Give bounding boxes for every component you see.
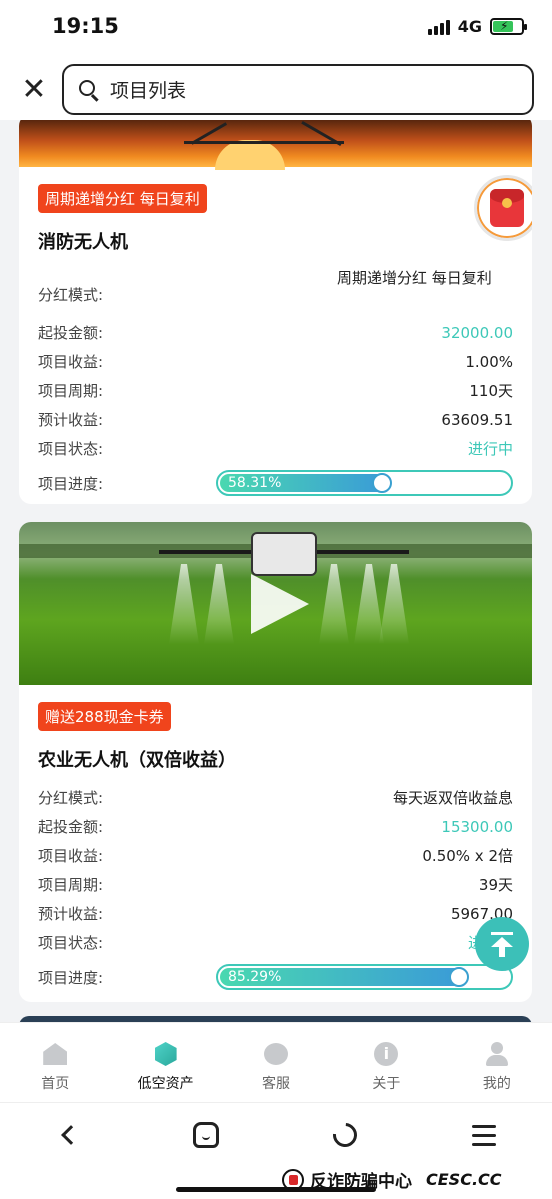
row-label: 项目进度: xyxy=(38,968,104,987)
row-label: 项目周期: xyxy=(38,876,104,894)
row-label: 起投金额: xyxy=(38,324,104,342)
status-time: 19:15 xyxy=(52,14,119,38)
project-banner-image xyxy=(19,120,532,170)
status-indicators: 4G ⚡ xyxy=(427,17,527,36)
scroll-to-top-button[interactable] xyxy=(475,917,529,971)
home-button[interactable] xyxy=(188,1117,224,1153)
progress-row: 项目进度: 85.29% xyxy=(38,961,513,993)
row-label: 起投金额: xyxy=(38,818,104,836)
status-value: 进行中 xyxy=(467,440,513,458)
progress-text: 85.29% xyxy=(228,969,282,985)
watermark-en: CESC.CC xyxy=(426,1170,502,1189)
project-video-thumbnail[interactable] xyxy=(19,522,532,685)
tab-about[interactable]: i 关于 xyxy=(331,1023,441,1102)
search-icon xyxy=(78,79,100,101)
row-label: 项目收益: xyxy=(38,847,104,865)
tab-label: 低空资产 xyxy=(137,1076,194,1092)
user-icon xyxy=(484,1041,510,1067)
home-icon xyxy=(42,1041,68,1067)
row-value: 0.50% x 2倍 xyxy=(422,847,513,865)
menu-button[interactable] xyxy=(466,1117,502,1153)
row-value: 每天返双倍收益息 xyxy=(392,789,513,807)
project-tag: 周期递增分红 每日复利 xyxy=(38,184,207,213)
status-bar: 19:15 4G ⚡ xyxy=(0,0,552,58)
tab-label: 关于 xyxy=(372,1076,401,1092)
row-value: 39天 xyxy=(478,876,513,894)
row-label: 预计收益: xyxy=(38,905,104,923)
detail-row: 起投金额: 15300.00 xyxy=(38,813,513,842)
tab-customer-service[interactable]: 客服 xyxy=(221,1023,331,1102)
tab-mine[interactable]: 我的 xyxy=(442,1023,552,1102)
tab-label: 我的 xyxy=(482,1076,511,1092)
row-label: 项目进度: xyxy=(38,474,104,493)
headset-icon xyxy=(263,1041,289,1067)
row-label: 预计收益: xyxy=(38,411,104,429)
back-button[interactable] xyxy=(50,1117,86,1153)
row-value: 周期递增分红 每日复利 xyxy=(337,269,492,287)
home-indicator xyxy=(176,1187,376,1192)
row-value: 110天 xyxy=(469,382,513,400)
detail-row: 项目收益: 1.00% xyxy=(38,348,513,377)
network-label: 4G xyxy=(457,17,482,36)
detail-row: 项目状态: 进 xyxy=(38,929,513,958)
row-label: 项目周期: xyxy=(38,382,104,400)
progress-fill: 85.29% xyxy=(220,967,470,987)
progress-knob xyxy=(449,967,470,987)
cube-icon xyxy=(153,1041,179,1067)
row-value: 1.00% xyxy=(465,353,513,371)
project-title: 消防无人机 xyxy=(38,232,128,253)
signal-icon xyxy=(427,19,450,35)
row-value: 15300.00 xyxy=(441,818,513,836)
row-label: 分红模式: xyxy=(38,286,104,304)
menu-icon xyxy=(472,1124,496,1146)
tab-label: 首页 xyxy=(41,1076,70,1092)
header: ✕ 项目列表 xyxy=(0,58,552,120)
progress-text: 58.31% xyxy=(228,475,282,491)
chevron-left-icon xyxy=(61,1125,81,1145)
reload-icon xyxy=(328,1118,362,1152)
row-label: 项目状态: xyxy=(38,440,104,458)
reload-button[interactable] xyxy=(327,1117,363,1153)
progress-row: 项目进度: 58.31% xyxy=(38,467,513,499)
close-icon[interactable]: ✕ xyxy=(20,75,48,105)
info-icon: i xyxy=(373,1041,399,1067)
row-value: 63609.51 xyxy=(441,411,513,429)
detail-row: 项目周期: 39天 xyxy=(38,871,513,900)
progress-bar: 58.31% xyxy=(216,470,513,496)
browser-toolbar: 反诈防骗中心 CESC.CC xyxy=(0,1102,552,1199)
tab-label: 客服 xyxy=(262,1076,291,1092)
project-tag: 赠送288现金卡券 xyxy=(38,702,171,731)
progress-bar: 85.29% xyxy=(216,964,513,990)
search-text: 项目列表 xyxy=(110,80,187,102)
project-card[interactable]: 赠送288现金卡券 农业无人机（双倍收益） 分红模式: 每天返双倍收益息 起投金… xyxy=(19,522,532,1002)
red-packet-icon[interactable] xyxy=(474,175,532,241)
tab-low-altitude-assets[interactable]: 低空资产 xyxy=(110,1023,220,1102)
detail-row: 项目状态: 进行中 xyxy=(38,435,513,464)
row-label: 项目状态: xyxy=(38,934,104,952)
row-label: 项目收益: xyxy=(38,353,104,371)
search-input[interactable]: 项目列表 xyxy=(62,64,534,115)
project-card[interactable]: 周期递增分红 每日复利 消防无人机 分红模式: 周期递增分红 每日复利 起投金额… xyxy=(19,120,532,504)
detail-row: 项目周期: 110天 xyxy=(38,377,513,406)
progress-knob xyxy=(371,473,392,493)
detail-row: 起投金额: 32000.00 xyxy=(38,319,513,348)
browser-home-icon xyxy=(193,1122,219,1148)
row-label: 分红模式: xyxy=(38,789,104,807)
tab-home[interactable]: 首页 xyxy=(0,1023,110,1102)
detail-row: 预计收益: 63609.51 xyxy=(38,406,513,435)
project-title: 农业无人机（双倍收益） xyxy=(38,750,236,771)
detail-row: 分红模式: 每天返双倍收益息 xyxy=(38,784,513,813)
project-list[interactable]: 周期递增分红 每日复利 消防无人机 分红模式: 周期递增分红 每日复利 起投金额… xyxy=(0,120,552,1022)
bottom-tab-bar: 首页 低空资产 客服 i 关于 我的 xyxy=(0,1022,552,1102)
detail-row: 项目收益: 0.50% x 2倍 xyxy=(38,842,513,871)
detail-row: 预计收益: 5967.00 xyxy=(38,900,513,929)
battery-icon: ⚡ xyxy=(490,18,527,35)
progress-fill: 58.31% xyxy=(220,473,392,493)
detail-row: 分红模式: 周期递增分红 每日复利 xyxy=(38,264,513,319)
play-icon[interactable] xyxy=(251,574,309,634)
row-value: 32000.00 xyxy=(441,324,513,342)
